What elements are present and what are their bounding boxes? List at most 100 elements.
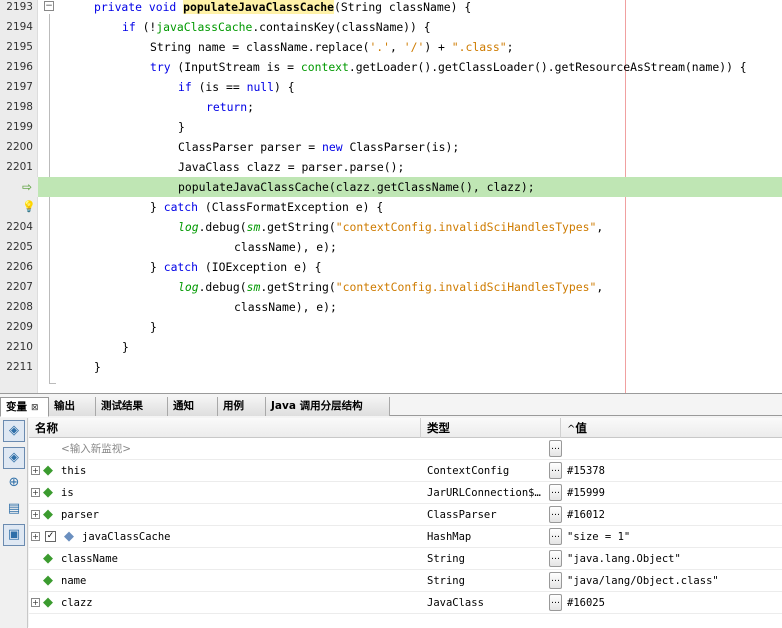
line-number-cell[interactable]: 2208 xyxy=(0,297,38,317)
fold-collapse-icon[interactable]: − xyxy=(44,1,54,11)
line-number-cell[interactable]: 2201 xyxy=(0,157,38,177)
code-editor[interactable]: 2193 − private void populateJavaClassCache… xyxy=(0,0,782,393)
code-line[interactable]: 2198 return; xyxy=(0,97,782,117)
variable-value[interactable]: "java.lang.Object" xyxy=(567,548,681,570)
code-text[interactable]: populateJavaClassCache(clazz.getClassNam… xyxy=(178,177,535,197)
code-text[interactable]: } xyxy=(94,357,101,377)
code-text[interactable]: } catch (ClassFormatException e) { xyxy=(150,197,383,217)
line-number-cell[interactable]: ⇨ xyxy=(0,177,38,197)
line-number-cell[interactable]: 2205 xyxy=(0,237,38,257)
watch-icon[interactable]: ◈ xyxy=(3,420,25,442)
tab-5[interactable]: Java 调用分层结构 xyxy=(266,397,390,416)
line-number-cell[interactable]: 2193 xyxy=(0,0,38,17)
expand-icon[interactable]: + xyxy=(31,488,40,497)
code-line[interactable]: 💡 } catch (ClassFormatException e) { xyxy=(0,197,782,217)
line-number-cell[interactable]: 2204 xyxy=(0,217,38,237)
code-text[interactable]: } xyxy=(178,117,185,137)
value-edit-button[interactable]: … xyxy=(549,572,562,589)
code-text[interactable]: if (!javaClassCache.containsKey(classNam… xyxy=(122,17,431,37)
code-line[interactable]: 2211} xyxy=(0,357,782,377)
line-number-cell[interactable]: 2196 xyxy=(0,57,38,77)
line-number-cell[interactable]: 2198 xyxy=(0,97,38,117)
variable-value[interactable]: #16012 xyxy=(567,504,605,526)
new-watch-icon[interactable]: ⊕ xyxy=(3,472,25,494)
code-text[interactable]: String name = className.replace('.', '/'… xyxy=(150,37,514,57)
code-text[interactable]: private void populateJavaClassCache(Stri… xyxy=(94,0,471,17)
table-row[interactable]: + ◆ is JarURLConnection$… … #15999 xyxy=(29,482,782,504)
value-edit-button[interactable]: … xyxy=(549,484,562,501)
new-watch-input[interactable]: <输入新监视> xyxy=(61,438,131,460)
tab-3[interactable]: 通知 xyxy=(168,397,218,416)
tab-1[interactable]: 输出 xyxy=(49,397,96,416)
table-row[interactable]: + ◆ parser ClassParser … #16012 xyxy=(29,504,782,526)
tab-2[interactable]: 测试结果 xyxy=(96,397,168,416)
line-number-cell[interactable]: 2207 xyxy=(0,277,38,297)
value-edit-button[interactable]: … xyxy=(549,462,562,479)
close-icon[interactable]: ⊠ xyxy=(31,403,39,413)
code-text[interactable]: className), e); xyxy=(234,237,337,257)
code-text[interactable]: JavaClass clazz = parser.parse(); xyxy=(178,157,404,177)
line-number-cell[interactable]: 2200 xyxy=(0,137,38,157)
code-text[interactable]: ClassParser parser = new ClassParser(is)… xyxy=(178,137,459,157)
code-text[interactable]: log.debug(sm.getString("contextConfig.in… xyxy=(178,217,603,237)
value-edit-button[interactable]: … xyxy=(549,528,562,545)
line-number-cell[interactable]: 2210 xyxy=(0,337,38,357)
layout-icon[interactable]: ▣ xyxy=(3,524,25,546)
table-row[interactable]: + ◆ this ContextConfig … #15378 xyxy=(29,460,782,482)
line-number-cell[interactable]: 2209 xyxy=(0,317,38,337)
variable-value[interactable]: #15999 xyxy=(567,482,605,504)
line-number-cell[interactable]: 2197 xyxy=(0,77,38,97)
line-number-cell[interactable]: 2211 xyxy=(0,357,38,377)
column-header-name[interactable]: 名称 xyxy=(29,418,421,438)
variable-value[interactable]: "size = 1" xyxy=(567,526,630,548)
new-watch-row[interactable]: <输入新监视> … xyxy=(29,438,782,460)
code-line[interactable]: 2205 className), e); xyxy=(0,237,782,257)
code-lines[interactable]: 2193 − private void populateJavaClassCache… xyxy=(0,0,782,377)
code-line[interactable]: 2193 − private void populateJavaClassCache… xyxy=(0,0,782,17)
code-text[interactable]: log.debug(sm.getString("contextConfig.in… xyxy=(178,277,603,297)
table-row[interactable]: ◆ name String … "java/lang/Object.class" xyxy=(29,570,782,592)
code-line[interactable]: ⇨ populateJavaClassCache(clazz.getClassNa… xyxy=(0,177,782,197)
code-line[interactable]: 2199} xyxy=(0,117,782,137)
code-line[interactable]: 2204 log.debug(sm.getString("contextConfi… xyxy=(0,217,782,237)
code-line[interactable]: 2194 if (!javaClassCache.containsKey(clas… xyxy=(0,17,782,37)
variable-value[interactable]: #16025 xyxy=(567,592,605,614)
code-line[interactable]: 2207 log.debug(sm.getString("contextConfi… xyxy=(0,277,782,297)
code-line[interactable]: 2201 JavaClass clazz = parser.parse(); xyxy=(0,157,782,177)
value-edit-button[interactable]: … xyxy=(549,440,562,457)
expand-icon[interactable]: + xyxy=(31,532,40,541)
code-line[interactable]: 2197 if (is == null) { xyxy=(0,77,782,97)
line-number-cell[interactable]: 2194 xyxy=(0,17,38,37)
table-row[interactable]: + ✓ ◆ javaClassCache HashMap … "size = 1" xyxy=(29,526,782,548)
line-number-cell[interactable]: 💡 xyxy=(0,197,38,217)
hint-bulb-icon[interactable]: 💡 xyxy=(22,197,36,217)
code-text[interactable]: } catch (IOException e) { xyxy=(150,257,321,277)
table-row[interactable]: ◆ className String … "java.lang.Object" xyxy=(29,548,782,570)
code-text[interactable]: return; xyxy=(206,97,254,117)
code-text[interactable]: if (is == null) { xyxy=(178,77,295,97)
code-line[interactable]: 2195 String name = className.replace('.',… xyxy=(0,37,782,57)
code-line[interactable]: 2208 className), e); xyxy=(0,297,782,317)
watch-checkbox[interactable]: ✓ xyxy=(45,531,56,542)
code-line[interactable]: 2209} xyxy=(0,317,782,337)
column-header-type[interactable]: 类型 xyxy=(421,418,561,438)
expand-icon[interactable]: + xyxy=(31,598,40,607)
line-number-cell[interactable]: 2195 xyxy=(0,37,38,57)
breakpoint-icon[interactable]: ▤ xyxy=(3,498,25,520)
value-edit-button[interactable]: … xyxy=(549,594,562,611)
code-text[interactable]: className), e); xyxy=(234,297,337,317)
code-line[interactable]: 2200 ClassParser parser = new ClassParser… xyxy=(0,137,782,157)
code-line[interactable]: 2210} xyxy=(0,337,782,357)
code-text[interactable]: try (InputStream is = context.getLoader(… xyxy=(150,57,747,77)
column-header-value[interactable]: ^值 xyxy=(561,418,782,438)
line-number-cell[interactable]: 2206 xyxy=(0,257,38,277)
line-number-cell[interactable]: 2199 xyxy=(0,117,38,137)
value-edit-button[interactable]: … xyxy=(549,550,562,567)
variable-value[interactable]: #15378 xyxy=(567,460,605,482)
tab-4[interactable]: 用例 xyxy=(218,397,266,416)
tab-0[interactable]: 变量 ⊠ xyxy=(0,397,49,417)
code-text[interactable]: } xyxy=(150,317,157,337)
code-line[interactable]: 2206 } catch (IOException e) { xyxy=(0,257,782,277)
table-row[interactable]: + ◆ clazz JavaClass … #16025 xyxy=(29,592,782,614)
variable-value[interactable]: "java/lang/Object.class" xyxy=(567,570,719,592)
